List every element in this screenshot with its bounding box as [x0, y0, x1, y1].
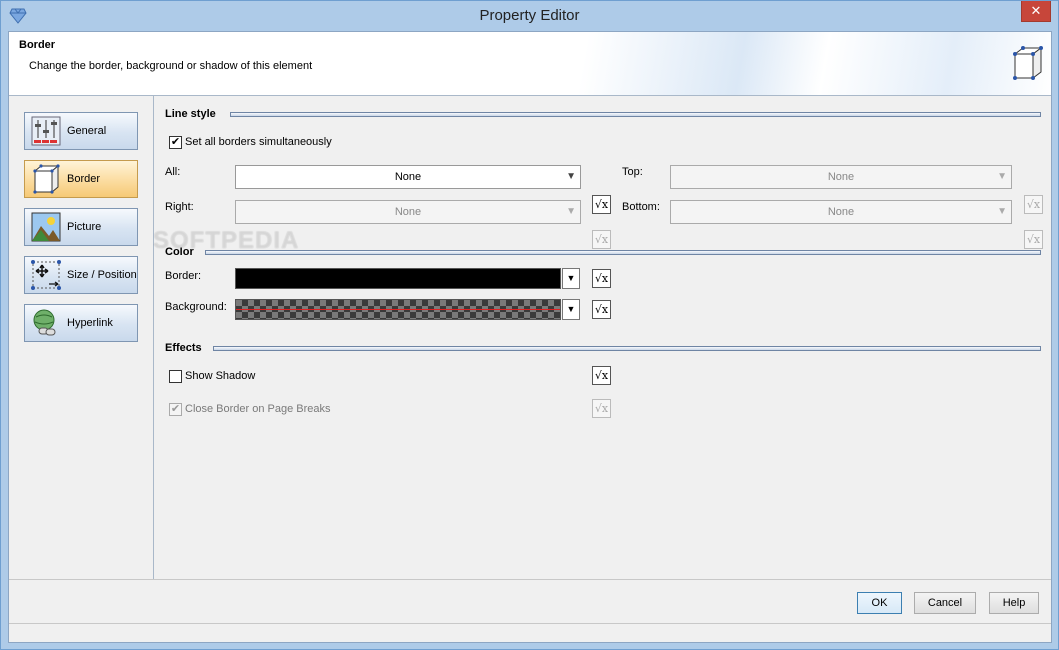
all-label: All: [165, 166, 181, 178]
border-color-dropdown-button[interactable]: ▼ [562, 268, 580, 289]
help-button[interactable]: Help [989, 592, 1039, 614]
nav-picture-label: Picture [67, 221, 102, 233]
all-border-combo[interactable]: None ▼ [235, 165, 581, 189]
title-bar[interactable]: Property Editor ✕ [1, 1, 1058, 31]
section-divider [213, 346, 1041, 351]
bottom-border-combo[interactable]: None ▼ [670, 200, 1012, 224]
show-shadow-checkbox[interactable] [169, 370, 182, 383]
set-all-borders-label: Set all borders simultaneously [185, 136, 332, 148]
background-color-swatch[interactable] [235, 299, 561, 320]
page-title: Border [19, 39, 56, 51]
move-resize-icon [31, 260, 61, 290]
section-title-line-style: Line style [165, 108, 216, 120]
border-box-icon [1013, 46, 1043, 80]
right-border-combo[interactable]: None ▼ [235, 200, 581, 224]
watermark: SOFTPEDIA [153, 227, 300, 254]
bottom-border-value: None [827, 206, 855, 218]
close-border-label: Close Border on Page Breaks [185, 403, 331, 415]
close-border-checkbox[interactable]: ✔ [169, 403, 182, 416]
right-label: Right: [165, 201, 194, 213]
chevron-down-icon: ▼ [997, 206, 1007, 217]
background-color-dropdown-button[interactable]: ▼ [562, 299, 580, 320]
section-title-effects: Effects [165, 342, 202, 354]
sliders-icon [31, 116, 61, 146]
nav-hyperlink-label: Hyperlink [67, 317, 113, 329]
check-icon: ✔ [170, 136, 181, 148]
nav-general[interactable]: General [24, 112, 138, 150]
chevron-down-icon: ▼ [566, 304, 576, 314]
top-border-combo[interactable]: None ▼ [670, 165, 1012, 189]
fx-formula-button-top[interactable]: √x [1024, 195, 1043, 214]
fx-formula-button-all[interactable]: √x [592, 195, 611, 214]
nav-picture[interactable]: Picture [24, 208, 138, 246]
chevron-down-icon: ▼ [566, 273, 576, 283]
sidebar-nav: General Border Picture Size / Position H… [9, 96, 154, 579]
cancel-button[interactable]: Cancel [914, 592, 976, 614]
fx-formula-button-right[interactable]: √x [592, 230, 611, 249]
fx-formula-button-shadow[interactable]: √x [592, 366, 611, 385]
fx-formula-button-border-color[interactable]: √x [592, 269, 611, 288]
fx-formula-button-bottom[interactable]: √x [1024, 230, 1043, 249]
client-area: Border Change the border, background or … [8, 31, 1052, 643]
window-title: Property Editor [479, 7, 580, 24]
fx-formula-button-background-color[interactable]: √x [592, 300, 611, 319]
page-header: Border Change the border, background or … [9, 32, 1051, 96]
chevron-down-icon: ▼ [566, 171, 576, 182]
dialog-footer: OK Cancel Help [9, 579, 1051, 624]
show-shadow-label: Show Shadow [185, 370, 256, 382]
nav-size-position[interactable]: Size / Position [24, 256, 138, 294]
picture-icon [31, 212, 61, 242]
section-divider [205, 250, 1041, 255]
top-label: Top: [622, 166, 643, 178]
check-icon: ✔ [170, 403, 181, 415]
bottom-label: Bottom: [622, 201, 660, 213]
status-bar [9, 623, 1051, 642]
chevron-down-icon: ▼ [997, 171, 1007, 182]
background-color-label: Background: [165, 301, 227, 313]
page-description: Change the border, background or shadow … [29, 60, 313, 72]
set-all-borders-checkbox[interactable]: ✔ [169, 136, 182, 149]
fx-formula-button-close-border[interactable]: √x [592, 399, 611, 418]
border-color-label: Border: [165, 270, 202, 282]
nav-hyperlink[interactable]: Hyperlink [24, 304, 138, 342]
border-box-icon [33, 164, 60, 194]
close-button[interactable]: ✕ [1021, 1, 1051, 22]
section-divider [230, 112, 1041, 117]
property-editor-window: Property Editor ✕ Border Change the bord… [0, 0, 1059, 650]
nav-general-label: General [67, 125, 107, 137]
globe-link-icon [33, 309, 56, 336]
top-border-value: None [827, 171, 855, 183]
border-color-swatch[interactable] [235, 268, 561, 289]
nav-border[interactable]: Border [24, 160, 138, 198]
all-border-value: None [394, 171, 422, 183]
nav-border-label: Border [67, 173, 101, 185]
right-border-value: None [394, 206, 422, 218]
ok-button[interactable]: OK [857, 592, 902, 614]
chevron-down-icon: ▼ [566, 206, 576, 217]
nav-size-position-label: Size / Position [67, 269, 137, 281]
